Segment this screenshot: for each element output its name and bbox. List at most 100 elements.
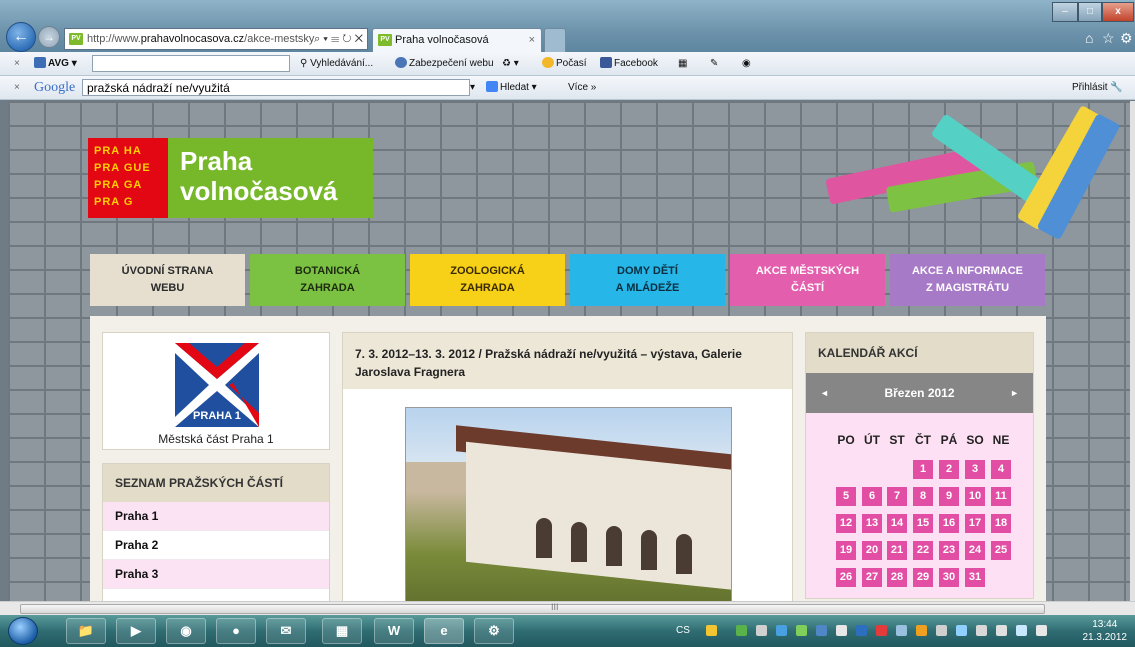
google-search-input[interactable] xyxy=(82,79,470,96)
prev-month-icon[interactable]: ◄ xyxy=(820,373,829,413)
calendar-day[interactable]: 12 xyxy=(836,514,856,533)
google-search-button[interactable]: Hledat ▾ xyxy=(486,76,537,99)
tray-icon[interactable] xyxy=(776,625,787,636)
calculator-icon[interactable]: ▦ xyxy=(678,52,687,75)
avg-extra-icon[interactable]: ◉ xyxy=(742,52,751,75)
address-bar[interactable]: PV http://www.prahavolnocasova.cz/akce-m… xyxy=(64,28,368,50)
word-taskbar-icon[interactable]: W xyxy=(374,618,414,644)
next-month-icon[interactable]: ► xyxy=(1010,373,1019,413)
start-button[interactable] xyxy=(8,617,38,645)
google-search-dropdown-icon[interactable]: ▾ xyxy=(470,76,475,99)
menu-item-district-events[interactable]: AKCE MĚSTSKÝCH ČÁSTÍ xyxy=(730,254,885,306)
calendar-day[interactable]: 5 xyxy=(836,487,856,506)
calendar-day[interactable]: 24 xyxy=(965,541,985,560)
forward-button[interactable]: → xyxy=(38,26,60,48)
minimize-button[interactable]: – xyxy=(1052,2,1078,22)
language-indicator[interactable]: CS xyxy=(676,615,690,647)
calendar-day[interactable]: 30 xyxy=(939,568,959,587)
calendar-day[interactable]: 29 xyxy=(913,568,933,587)
tray-icon[interactable] xyxy=(896,625,907,636)
calendar-day[interactable]: 13 xyxy=(862,514,882,533)
excel-taskbar-icon[interactable]: ▦ xyxy=(322,618,362,644)
calendar-day[interactable]: 3 xyxy=(965,460,985,479)
calendar-day[interactable]: 4 xyxy=(991,460,1011,479)
toolbar-close-icon[interactable]: × xyxy=(14,52,20,75)
avg-menu[interactable]: AVG ▾ xyxy=(34,52,77,75)
calendar-day[interactable]: 10 xyxy=(965,487,985,506)
network-icon[interactable] xyxy=(956,625,967,636)
calendar-day[interactable]: 18 xyxy=(991,514,1011,533)
media-taskbar-icon[interactable]: ▶ xyxy=(116,618,156,644)
tray-icon[interactable] xyxy=(876,625,887,636)
tray-icon[interactable] xyxy=(1036,625,1047,636)
horizontal-scrollbar[interactable]: III xyxy=(0,601,1135,615)
calendar-day[interactable]: 17 xyxy=(965,514,985,533)
tray-icon[interactable] xyxy=(976,625,987,636)
calendar-day[interactable]: 22 xyxy=(913,541,933,560)
district-list-item[interactable]: Praha 2 xyxy=(103,531,329,560)
calendar-day[interactable]: 27 xyxy=(862,568,882,587)
tab-praha-volnocasova[interactable]: PV Praha volnočasová × xyxy=(372,28,542,52)
article-title[interactable]: 7. 3. 2012–13. 3. 2012 / Pražská nádraží… xyxy=(343,333,792,389)
more-button[interactable]: Více » xyxy=(568,76,596,99)
calendar-day[interactable]: 9 xyxy=(939,487,959,506)
bluetooth-icon[interactable] xyxy=(856,625,867,636)
settings-gear-icon[interactable]: ⚙ xyxy=(1120,30,1133,47)
calendar-day[interactable]: 8 xyxy=(913,487,933,506)
menu-item-botanical-garden[interactable]: BOTANICKÁ ZAHRADA xyxy=(250,254,405,306)
menu-item-magistrate-info[interactable]: AKCE A INFORMACE Z MAGISTRÁTU xyxy=(890,254,1045,306)
weather-button[interactable]: Počasí xyxy=(542,52,587,75)
calendar-day[interactable]: 11 xyxy=(991,487,1011,506)
calendar-day[interactable]: 25 xyxy=(991,541,1011,560)
tray-icon[interactable] xyxy=(836,625,847,636)
menu-item-home[interactable]: ÚVODNÍ STRANA WEBU xyxy=(90,254,245,306)
outlook-taskbar-icon[interactable]: ✉ xyxy=(266,618,306,644)
facebook-button[interactable]: Facebook xyxy=(600,52,658,75)
notification-icon[interactable] xyxy=(706,625,717,636)
explorer-taskbar-icon[interactable]: 📁 xyxy=(66,618,106,644)
calendar-day[interactable]: 23 xyxy=(939,541,959,560)
calendar-day[interactable]: 20 xyxy=(862,541,882,560)
avg-search-button[interactable]: ⚲ Vyhledávání... xyxy=(300,52,373,75)
calendar-day[interactable]: 16 xyxy=(939,514,959,533)
site-logo[interactable]: PRA HA PRA GUE PRA GA PRA G Praha volnoč… xyxy=(88,138,373,218)
calendar-day[interactable]: 6 xyxy=(862,487,882,506)
notepad-icon[interactable]: ✎ xyxy=(710,52,718,75)
calendar-day[interactable]: 2 xyxy=(939,460,959,479)
hp-taskbar-icon[interactable]: ◉ xyxy=(166,618,206,644)
tray-icon[interactable] xyxy=(756,625,767,636)
calendar-day[interactable]: 26 xyxy=(836,568,856,587)
calendar-day[interactable]: 28 xyxy=(887,568,907,587)
tab-close-icon[interactable]: × xyxy=(529,29,535,51)
vertical-scrollbar[interactable] xyxy=(1130,101,1135,601)
web-security-button[interactable]: Zabezpečení webu xyxy=(395,52,494,75)
favorites-star-icon[interactable]: ☆ xyxy=(1102,30,1115,47)
district-list-item[interactable]: Praha 1 xyxy=(103,502,329,531)
app-taskbar-icon[interactable]: ⚙ xyxy=(474,618,514,644)
calendar-day[interactable]: 14 xyxy=(887,514,907,533)
tray-icon[interactable] xyxy=(936,625,947,636)
menu-item-zoo[interactable]: ZOOLOGICKÁ ZAHRADA xyxy=(410,254,565,306)
district-emblem-box[interactable]: PRAHA 1 Městská část Praha 1 xyxy=(102,332,330,450)
calendar-day[interactable]: 21 xyxy=(887,541,907,560)
back-button[interactable]: ← xyxy=(6,22,36,52)
tray-icon[interactable] xyxy=(916,625,927,636)
calendar-day[interactable]: 7 xyxy=(887,487,907,506)
taskbar-clock[interactable]: 13:44 21.3.2012 xyxy=(1083,618,1128,644)
home-icon[interactable]: ⌂ xyxy=(1085,30,1093,46)
volume-icon[interactable] xyxy=(996,625,1007,636)
horizontal-scrollbar-thumb[interactable]: III xyxy=(20,602,1045,614)
menu-item-youth-houses[interactable]: DOMY DĚTÍ A MLÁDEŽE xyxy=(570,254,725,306)
close-window-button[interactable]: x xyxy=(1102,2,1134,22)
tray-icon[interactable] xyxy=(1016,625,1027,636)
ie-taskbar-icon[interactable]: e xyxy=(424,618,464,644)
new-tab-button[interactable] xyxy=(544,28,566,52)
tray-icon[interactable] xyxy=(796,625,807,636)
maximize-button[interactable]: □ xyxy=(1078,2,1102,22)
calendar-day[interactable]: 15 xyxy=(913,514,933,533)
avg-search-input[interactable] xyxy=(92,55,290,72)
tray-icon[interactable] xyxy=(736,625,747,636)
calendar-day[interactable]: 19 xyxy=(836,541,856,560)
calendar-day[interactable]: 31 xyxy=(965,568,985,587)
login-link[interactable]: Přihlásit 🔧 xyxy=(1072,76,1123,99)
